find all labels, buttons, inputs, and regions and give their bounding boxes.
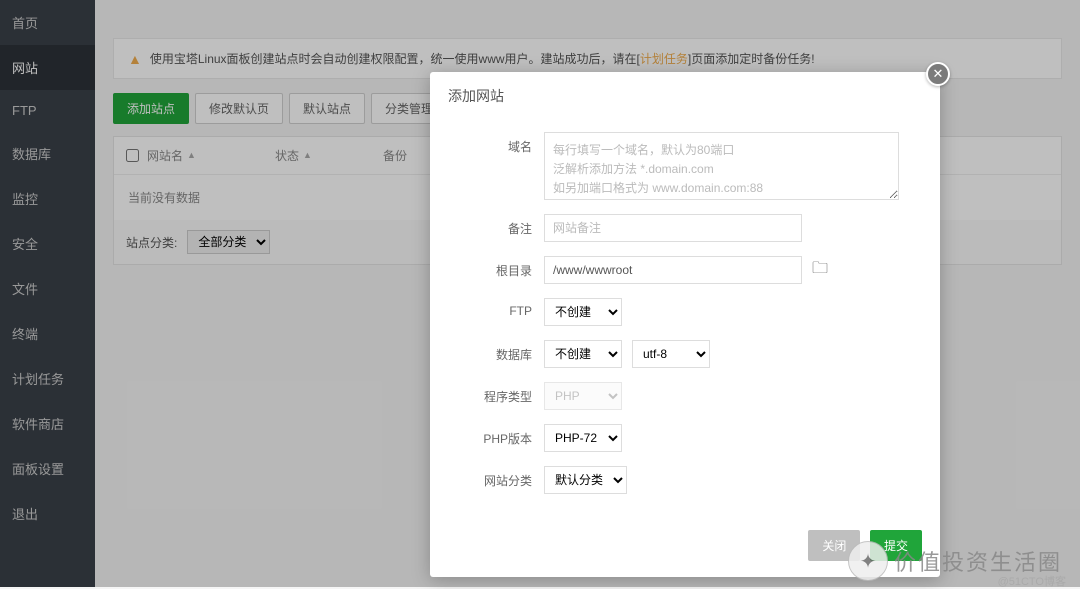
label-db: 数据库 (452, 340, 532, 363)
charset-select[interactable]: utf-8 (632, 340, 710, 368)
php-version-select[interactable]: PHP-72 (544, 424, 622, 452)
wechat-logo-icon: ✦ (848, 541, 888, 581)
label-root: 根目录 (452, 256, 532, 279)
label-domain: 域名 (452, 132, 532, 155)
label-category: 网站分类 (452, 466, 532, 489)
domain-textarea[interactable] (544, 132, 899, 200)
folder-icon[interactable]: 🗀 (812, 257, 828, 284)
close-icon[interactable]: ✕ (926, 62, 950, 86)
label-ftp: FTP (452, 298, 532, 318)
db-select[interactable]: 不创建 (544, 340, 622, 368)
modal-body: 域名 备注 根目录 🗀 FTP 不创建 数据库 (430, 120, 940, 522)
site-category-select[interactable]: 默认分类 (544, 466, 627, 494)
add-site-modal: ✕ 添加网站 域名 备注 根目录 🗀 FTP 不创建 (430, 72, 940, 577)
type-select: PHP (544, 382, 622, 410)
remark-input[interactable] (544, 214, 802, 242)
modal-title: 添加网站 (430, 72, 940, 120)
label-type: 程序类型 (452, 382, 532, 405)
root-input[interactable] (544, 256, 802, 284)
label-php: PHP版本 (452, 424, 532, 447)
ftp-select[interactable]: 不创建 (544, 298, 622, 326)
label-remark: 备注 (452, 214, 532, 237)
